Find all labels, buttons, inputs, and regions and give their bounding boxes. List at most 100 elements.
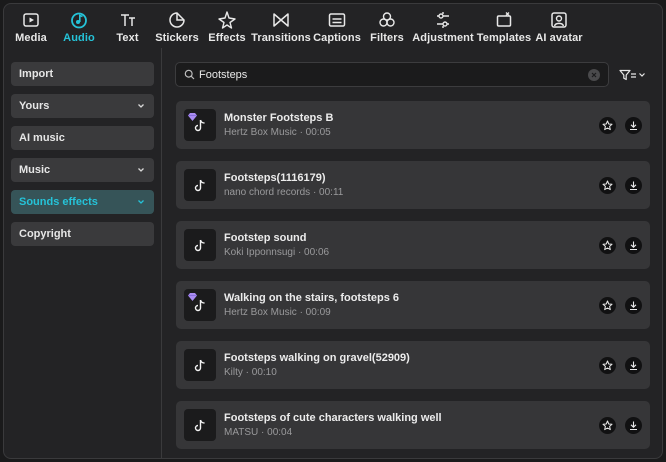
favorite-button[interactable] (599, 236, 616, 254)
music-note-circle-icon (71, 12, 87, 29)
tab-transitions[interactable]: Transitions (251, 4, 311, 48)
sound-title: Monster Footsteps B (224, 111, 334, 124)
chevron-down-icon (138, 200, 144, 204)
tiktok-note-icon (194, 359, 205, 371)
sliders-icon (437, 12, 449, 28)
sound-thumbnail (184, 349, 216, 381)
tab-stickers[interactable]: Stickers (151, 4, 203, 48)
download-button[interactable] (625, 356, 642, 374)
star-icon (602, 360, 613, 370)
tab-label: AI avatar (535, 32, 583, 44)
tab-captions[interactable]: Captions (311, 4, 363, 48)
download-button[interactable] (625, 176, 642, 194)
tiktok-note-icon (194, 419, 205, 431)
star-icon (602, 240, 613, 250)
star-icon (602, 300, 613, 310)
three-circles-icon (379, 12, 395, 27)
sound-actions (590, 416, 642, 434)
download-button[interactable] (625, 416, 642, 434)
sidebar-item-label: Import (19, 68, 54, 80)
tab-label: Adjustment (412, 32, 474, 44)
favorite-button[interactable] (599, 176, 616, 194)
tiktok-note-icon (194, 239, 205, 251)
premium-diamond-icon (188, 113, 197, 121)
top-toolbar: Media Audio Text Stickers Effects Transi… (4, 4, 662, 48)
template-icon (496, 12, 512, 27)
search-icon (184, 69, 195, 80)
star-icon (602, 180, 613, 190)
sidebar-item-label: Copyright (19, 228, 71, 240)
tab-adjustment[interactable]: Adjustment (411, 4, 475, 48)
sound-info: Footsteps of cute characters walking wel… (224, 411, 590, 440)
download-icon (630, 121, 637, 130)
sidebar-item-copyright[interactable]: Copyright (11, 222, 154, 246)
favorite-button[interactable] (599, 416, 616, 434)
play-square-icon (23, 13, 39, 27)
sidebar-item-yours[interactable]: Yours (11, 94, 154, 118)
sidebar-item-import[interactable]: Import (11, 62, 154, 86)
sound-title: Footstep sound (224, 231, 307, 244)
sound-meta: MATSU · 00:04 (224, 426, 293, 438)
sound-thumbnail (184, 169, 216, 201)
star-icon (602, 420, 613, 430)
sound-list: Monster Footsteps B Hertz Box Music · 00… (176, 101, 650, 458)
sidebar-item-label: AI music (19, 132, 65, 144)
audio-panel: Media Audio Text Stickers Effects Transi… (3, 3, 663, 459)
favorite-button[interactable] (599, 296, 616, 314)
clear-search-button[interactable] (588, 68, 600, 81)
sound-title: Footsteps of cute characters walking wel… (224, 411, 442, 424)
close-icon (591, 72, 597, 77)
filter-sort-button[interactable] (619, 66, 647, 84)
sound-info: Footsteps(1116179) nano chord records · … (224, 171, 590, 200)
avatar-icon (551, 12, 567, 28)
download-icon (630, 181, 637, 190)
download-icon (630, 421, 637, 430)
sound-thumbnail (184, 229, 216, 261)
sound-info: Footsteps walking on gravel(52909) Kilty… (224, 351, 590, 380)
tab-label: Filters (370, 32, 404, 44)
sound-list-item[interactable]: Footstep sound Koki Ipponnsugi · 00:06 (176, 221, 650, 269)
sounds-main: Monster Footsteps B Hertz Box Music · 00… (163, 48, 662, 458)
favorite-button[interactable] (599, 356, 616, 374)
tab-filters[interactable]: Filters (363, 4, 411, 48)
sound-list-item[interactable]: Walking on the stairs, footsteps 6 Hertz… (176, 281, 650, 329)
download-icon (630, 301, 637, 310)
sticker-icon (169, 12, 185, 28)
sidebar-item-sounds-effects[interactable]: Sounds effects (11, 190, 154, 214)
download-button[interactable] (625, 236, 642, 254)
favorite-button[interactable] (599, 116, 616, 134)
tab-media[interactable]: Media (8, 4, 54, 48)
search-bar (175, 62, 609, 87)
tab-label: Templates (476, 32, 532, 44)
download-button[interactable] (625, 116, 642, 134)
sound-list-item[interactable]: Footsteps(1116179) nano chord records · … (176, 161, 650, 209)
sound-actions (590, 296, 642, 314)
tab-label: Transitions (251, 32, 311, 44)
sound-list-item[interactable]: Monster Footsteps B Hertz Box Music · 00… (176, 101, 650, 149)
sidebar-item-ai-music[interactable]: AI music (11, 126, 154, 150)
sound-title: Footsteps walking on gravel(52909) (224, 351, 410, 364)
sound-list-item[interactable]: Footsteps walking on gravel(52909) Kilty… (176, 341, 650, 389)
tab-templates[interactable]: Templates (475, 4, 533, 48)
tab-ai-avatar[interactable]: AI avatar (533, 4, 585, 48)
sound-thumbnail (184, 409, 216, 441)
sound-list-item[interactable]: Footsteps of cute characters walking wel… (176, 401, 650, 449)
star-icon (602, 120, 613, 130)
sound-title: Footsteps(1116179) (224, 171, 326, 184)
tiktok-note-icon (194, 179, 205, 191)
sidebar-item-music[interactable]: Music (11, 158, 154, 182)
tab-audio[interactable]: Audio (54, 4, 104, 48)
tab-label: Text (116, 32, 139, 44)
tab-effects[interactable]: Effects (203, 4, 251, 48)
tab-label: Stickers (155, 32, 199, 44)
search-input[interactable] (199, 68, 588, 81)
tab-label: Captions (313, 32, 361, 44)
tab-text[interactable]: Text (104, 4, 151, 48)
sound-info: Walking on the stairs, footsteps 6 Hertz… (224, 291, 590, 320)
download-button[interactable] (625, 296, 642, 314)
sound-actions (590, 176, 642, 194)
tab-label: Effects (208, 32, 246, 44)
chevron-down-icon (639, 73, 645, 77)
download-icon (630, 241, 637, 250)
sound-info: Monster Footsteps B Hertz Box Music · 00… (224, 111, 590, 140)
